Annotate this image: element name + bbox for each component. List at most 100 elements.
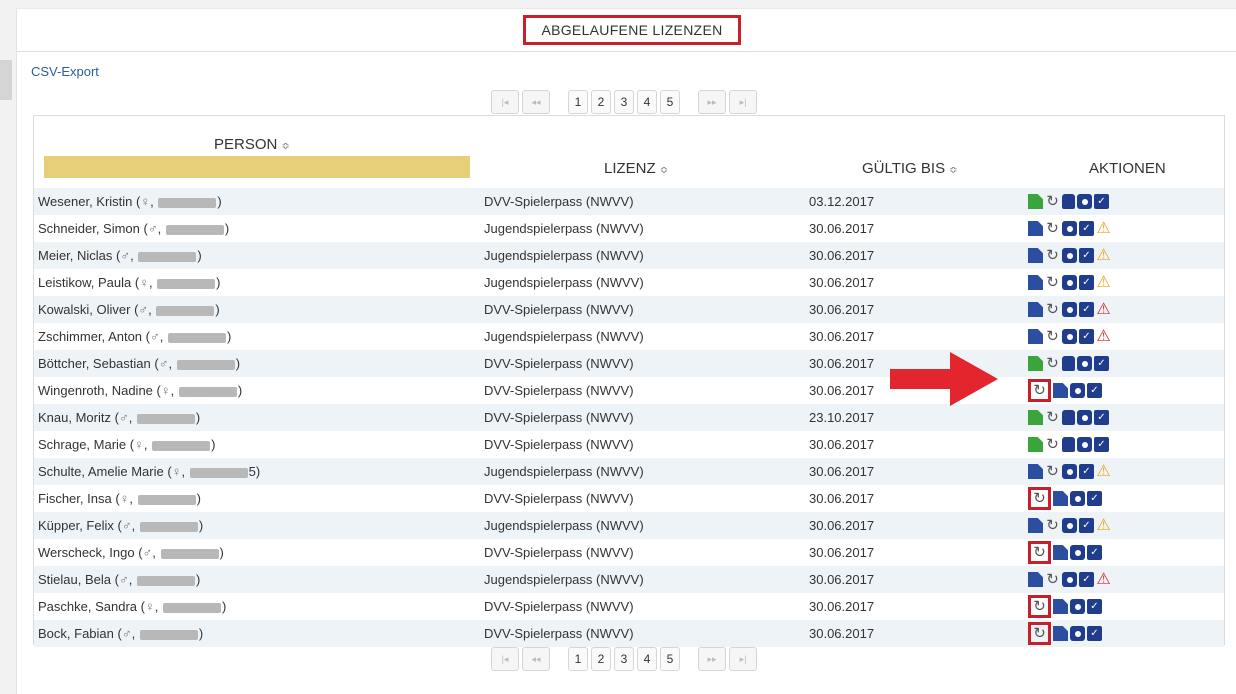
checkbox-icon[interactable]: ✓: [1079, 329, 1094, 344]
license-document-icon[interactable]: [1053, 491, 1068, 506]
column-header-gueltig-bis[interactable]: GÜLTIG BIS ≎: [862, 160, 957, 177]
last-page-button[interactable]: ▸|: [729, 90, 757, 114]
renew-icon[interactable]: ↻: [1028, 487, 1051, 510]
first-page-button[interactable]: |◂: [491, 647, 519, 671]
license-document-icon[interactable]: [1053, 626, 1068, 641]
last-page-button[interactable]: ▸|: [729, 647, 757, 671]
license-document-valid-icon[interactable]: [1028, 194, 1043, 209]
warning-icon[interactable]: ⚠: [1096, 275, 1111, 291]
page-4-button[interactable]: 4: [637, 647, 657, 671]
renew-icon[interactable]: ↻: [1028, 622, 1051, 645]
camera-icon[interactable]: [1062, 221, 1077, 236]
column-header-person[interactable]: PERSON ≎: [214, 136, 290, 153]
page-2-button[interactable]: 2: [591, 90, 611, 114]
checkbox-icon[interactable]: ✓: [1079, 464, 1094, 479]
checkbox-icon[interactable]: ✓: [1079, 572, 1094, 587]
page-3-button[interactable]: 3: [614, 647, 634, 671]
checkbox-icon[interactable]: ✓: [1087, 626, 1102, 641]
license-document-icon[interactable]: [1028, 302, 1043, 317]
renew-icon[interactable]: ↻: [1045, 572, 1060, 587]
warning-icon[interactable]: ⚠: [1096, 464, 1111, 480]
license-document-icon[interactable]: [1028, 275, 1043, 290]
prev-page-button[interactable]: ◂◂: [522, 90, 550, 114]
checkbox-icon[interactable]: ✓: [1079, 302, 1094, 317]
page-3-button[interactable]: 3: [614, 90, 634, 114]
hand-icon[interactable]: [1062, 437, 1075, 452]
license-document-icon[interactable]: [1028, 464, 1043, 479]
camera-icon[interactable]: [1062, 329, 1077, 344]
license-document-icon[interactable]: [1053, 599, 1068, 614]
warning-icon[interactable]: ⚠: [1096, 221, 1111, 237]
camera-icon[interactable]: [1062, 572, 1077, 587]
renew-icon[interactable]: ↻: [1028, 595, 1051, 618]
checkbox-icon[interactable]: ✓: [1079, 221, 1094, 236]
renew-icon[interactable]: ↻: [1045, 464, 1060, 479]
camera-icon[interactable]: [1077, 437, 1092, 452]
camera-icon[interactable]: [1077, 410, 1092, 425]
renew-icon[interactable]: ↻: [1045, 275, 1060, 290]
checkbox-icon[interactable]: ✓: [1094, 437, 1109, 452]
camera-icon[interactable]: [1070, 599, 1085, 614]
checkbox-icon[interactable]: ✓: [1094, 356, 1109, 371]
checkbox-icon[interactable]: ✓: [1087, 491, 1102, 506]
camera-icon[interactable]: [1070, 491, 1085, 506]
column-header-lizenz[interactable]: LIZENZ ≎: [604, 160, 668, 177]
next-page-button[interactable]: ▸▸: [698, 90, 726, 114]
checkbox-icon[interactable]: ✓: [1079, 518, 1094, 533]
license-document-icon[interactable]: [1053, 545, 1068, 560]
csv-export-link[interactable]: CSV-Export: [31, 64, 99, 79]
page-1-button[interactable]: 1: [568, 90, 588, 114]
license-document-icon[interactable]: [1028, 572, 1043, 587]
renew-icon[interactable]: ↻: [1045, 518, 1060, 533]
page-1-button[interactable]: 1: [568, 647, 588, 671]
license-document-icon[interactable]: [1028, 518, 1043, 533]
renew-icon[interactable]: ↻: [1045, 221, 1060, 236]
license-document-icon[interactable]: [1053, 383, 1068, 398]
warning-red-icon[interactable]: ⚠: [1096, 302, 1111, 318]
page-4-button[interactable]: 4: [637, 90, 657, 114]
renew-icon[interactable]: ↻: [1045, 248, 1060, 263]
license-document-valid-icon[interactable]: [1028, 356, 1043, 371]
hand-icon[interactable]: [1062, 194, 1075, 209]
camera-icon[interactable]: [1062, 302, 1077, 317]
license-document-icon[interactable]: [1028, 329, 1043, 344]
checkbox-icon[interactable]: ✓: [1087, 599, 1102, 614]
checkbox-icon[interactable]: ✓: [1087, 545, 1102, 560]
checkbox-icon[interactable]: ✓: [1094, 194, 1109, 209]
renew-icon[interactable]: ↻: [1045, 194, 1060, 209]
camera-icon[interactable]: [1062, 464, 1077, 479]
camera-icon[interactable]: [1070, 626, 1085, 641]
checkbox-icon[interactable]: ✓: [1079, 275, 1094, 290]
first-page-button[interactable]: |◂: [491, 90, 519, 114]
hand-icon[interactable]: [1062, 410, 1075, 425]
warning-icon[interactable]: ⚠: [1096, 248, 1111, 264]
person-filter-bar[interactable]: [44, 156, 470, 178]
license-document-icon[interactable]: [1028, 221, 1043, 236]
license-document-icon[interactable]: [1028, 248, 1043, 263]
camera-icon[interactable]: [1077, 194, 1092, 209]
hand-icon[interactable]: [1062, 356, 1075, 371]
warning-red-icon[interactable]: ⚠: [1096, 572, 1111, 588]
checkbox-icon[interactable]: ✓: [1087, 383, 1102, 398]
page-5-button[interactable]: 5: [660, 90, 680, 114]
warning-icon[interactable]: ⚠: [1096, 518, 1111, 534]
camera-icon[interactable]: [1070, 383, 1085, 398]
next-page-button[interactable]: ▸▸: [698, 647, 726, 671]
camera-icon[interactable]: [1062, 248, 1077, 263]
camera-icon[interactable]: [1070, 545, 1085, 560]
renew-icon[interactable]: ↻: [1045, 302, 1060, 317]
renew-icon[interactable]: ↻: [1045, 356, 1060, 371]
checkbox-icon[interactable]: ✓: [1079, 248, 1094, 263]
camera-icon[interactable]: [1062, 275, 1077, 290]
license-document-valid-icon[interactable]: [1028, 410, 1043, 425]
license-document-valid-icon[interactable]: [1028, 437, 1043, 452]
page-5-button[interactable]: 5: [660, 647, 680, 671]
camera-icon[interactable]: [1077, 356, 1092, 371]
checkbox-icon[interactable]: ✓: [1094, 410, 1109, 425]
warning-red-icon[interactable]: ⚠: [1096, 329, 1111, 345]
renew-icon[interactable]: ↻: [1028, 541, 1051, 564]
prev-page-button[interactable]: ◂◂: [522, 647, 550, 671]
renew-icon[interactable]: ↻: [1045, 329, 1060, 344]
renew-icon[interactable]: ↻: [1045, 410, 1060, 425]
renew-icon[interactable]: ↻: [1028, 379, 1051, 402]
